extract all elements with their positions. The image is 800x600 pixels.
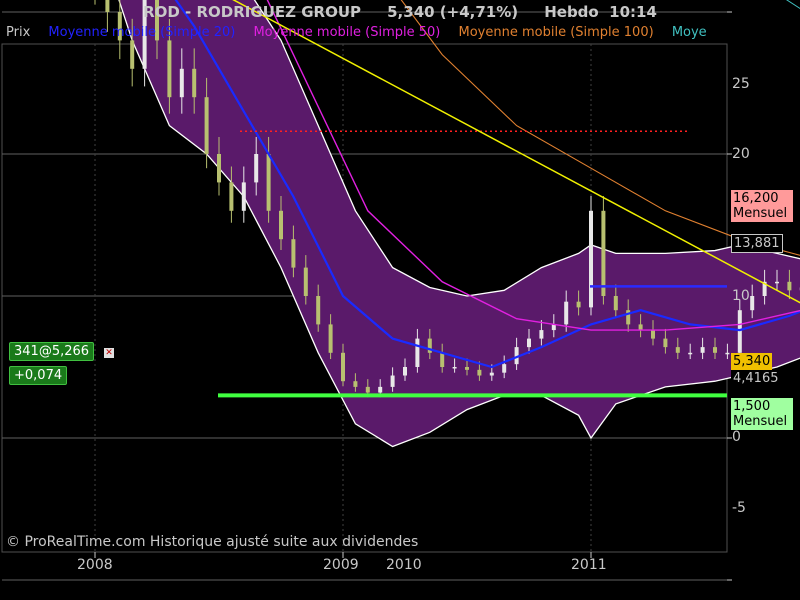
y-tick-0: 0 — [732, 429, 741, 445]
candle-body — [725, 352, 730, 355]
candle-body — [613, 296, 618, 311]
candle-body — [465, 367, 469, 370]
legend-item-ma50[interactable]: Moyenne mobile (Simple 50) — [253, 25, 440, 40]
candle-body — [266, 154, 271, 211]
legend-item-prix[interactable]: Prix — [6, 25, 30, 40]
candle-body — [415, 338, 420, 367]
candle-body — [229, 182, 234, 211]
candle-body — [192, 68, 197, 98]
cursor-change-box: +0,074 — [9, 366, 68, 385]
candle-body — [489, 372, 494, 376]
chart-title: ROD - RODRIGUEZ GROUP 5,340 (+4,71%) Heb… — [143, 3, 657, 21]
candle-body — [700, 347, 705, 353]
resistance-value: 16,200 — [733, 191, 779, 206]
legend-item-ma20[interactable]: Moyenne mobile (Simple 20) — [48, 25, 235, 40]
candle-body — [713, 347, 717, 353]
y-tick-25: 25 — [732, 76, 750, 92]
y-tick-20: 20 — [732, 146, 750, 162]
candle-body — [737, 310, 742, 353]
y-tick-10: 10 — [732, 288, 750, 304]
candle-body — [440, 352, 445, 367]
close-icon[interactable]: ✕ — [104, 348, 114, 358]
candle-body — [378, 386, 383, 393]
support-period: Mensuel — [733, 414, 788, 429]
candle-body — [303, 267, 308, 296]
price-tag: 5,340 — [731, 353, 773, 370]
candle-body — [576, 301, 581, 308]
candle-body — [638, 324, 643, 331]
candle-body — [217, 154, 221, 183]
candle-body — [787, 281, 792, 291]
candle-body — [341, 352, 345, 382]
resistance-tag: 16,200 Mensuel — [731, 190, 793, 222]
candle-body — [254, 154, 259, 183]
candle-body — [527, 338, 531, 348]
y-tick-minus5: -5 — [732, 500, 746, 516]
candle-body — [204, 97, 209, 154]
support-tag: 1,500 Mensuel — [731, 398, 793, 430]
legend: Prix Moyenne mobile (Simple 20) Moyenne … — [6, 24, 721, 42]
candle-body — [390, 375, 395, 387]
candle-body — [750, 296, 755, 311]
legend-item-ma100[interactable]: Moyenne mobile (Simple 100) — [459, 25, 654, 40]
candle-body — [291, 239, 296, 268]
chart-canvas — [1, 0, 800, 581]
copyright-note: © ProRealTime.com Historique ajusté suit… — [6, 534, 419, 550]
candle-body — [179, 68, 184, 98]
x-tick-2010: 2010 — [386, 557, 422, 573]
candle-body — [502, 364, 507, 373]
candle-body — [663, 338, 668, 348]
candle-body — [316, 296, 321, 325]
support-value: 1,500 — [733, 399, 771, 414]
legend-item-ma200[interactable]: Moye — [672, 25, 707, 40]
candle-body — [279, 210, 283, 240]
candle-body — [601, 210, 606, 296]
resistance-period: Mensuel — [733, 206, 788, 221]
candle-body — [167, 40, 172, 98]
candle-body — [241, 182, 246, 211]
x-tick-2011: 2011 — [571, 557, 607, 573]
candle-body — [477, 369, 482, 376]
candle-body — [539, 330, 544, 339]
candle-body — [651, 330, 655, 339]
x-tick-2008: 2008 — [77, 557, 113, 573]
candle-body — [675, 347, 680, 353]
candle-body — [775, 281, 779, 284]
candle-body — [452, 367, 457, 369]
candle-body — [353, 381, 358, 387]
ma2-value-tag: 4,4165 — [731, 370, 781, 387]
candle-body — [403, 367, 407, 376]
candle-body — [130, 40, 135, 69]
candle-body — [688, 352, 693, 355]
candle-body — [365, 386, 370, 393]
candle-body — [328, 324, 333, 353]
cursor-price-box: 341@5,266 — [9, 342, 95, 361]
ma-value-tag: 13,881 — [731, 234, 783, 253]
x-tick-2009: 2009 — [323, 557, 359, 573]
candle-body — [564, 301, 569, 325]
candle-body — [589, 210, 593, 308]
